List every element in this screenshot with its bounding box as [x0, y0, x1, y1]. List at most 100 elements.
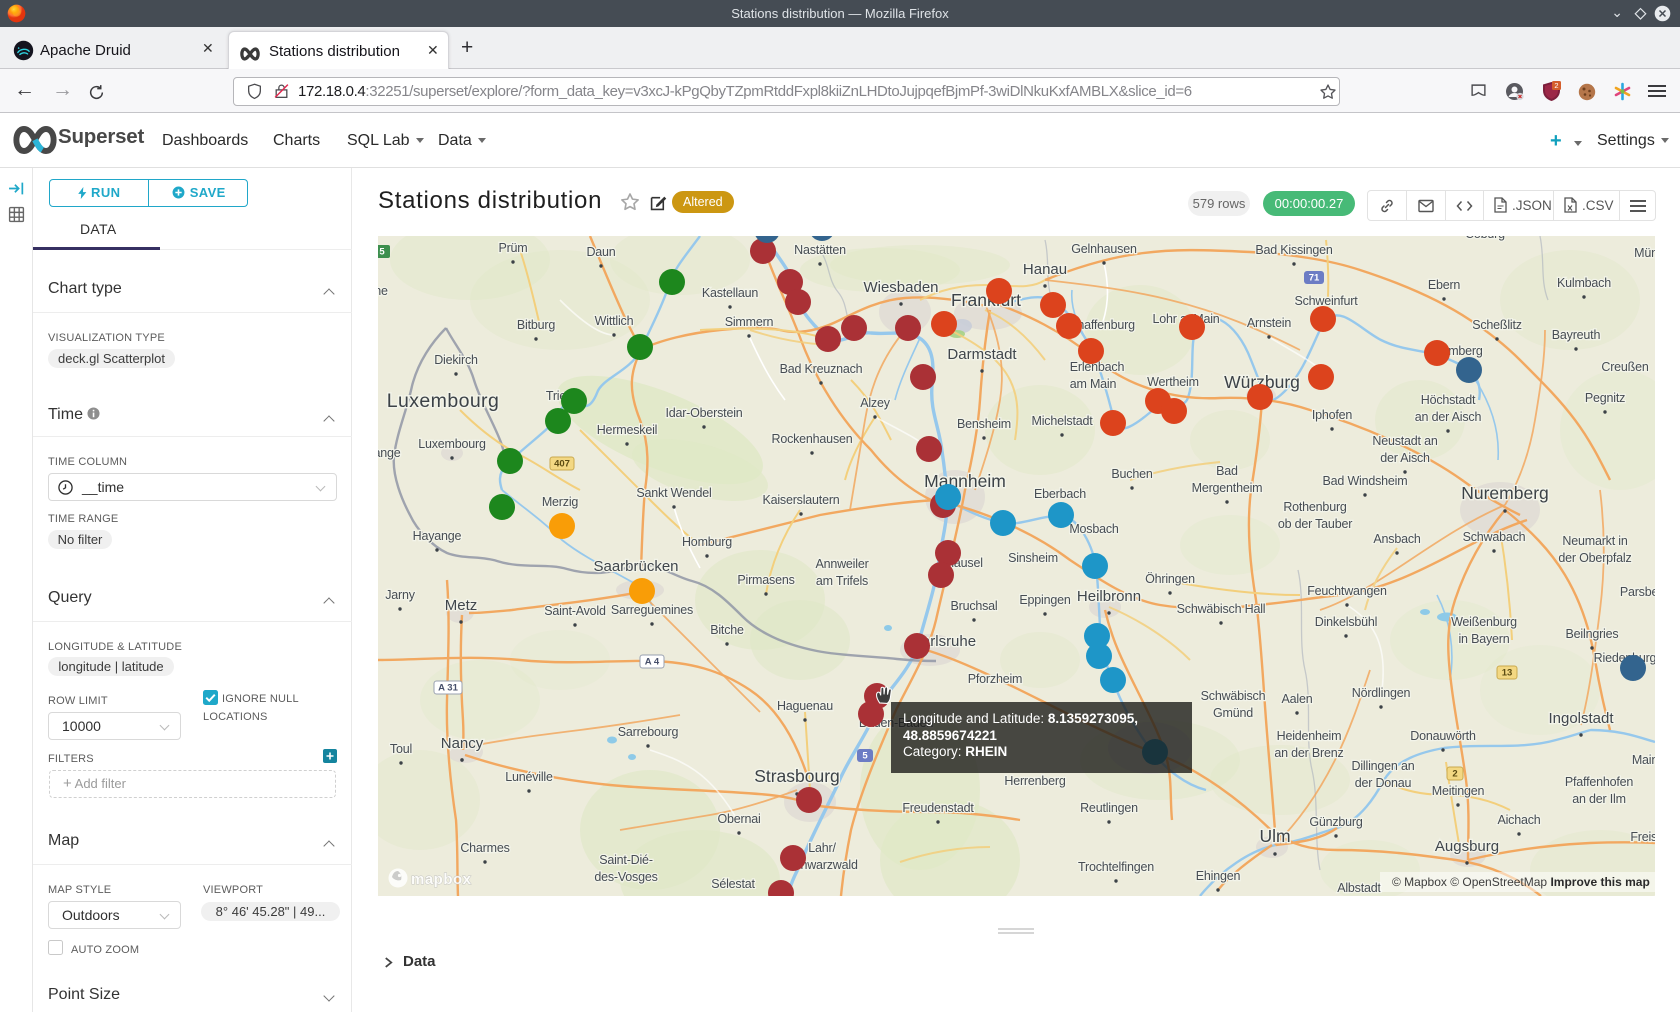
svg-text:Trochtelfingen: Trochtelfingen [1078, 860, 1154, 874]
svg-text:an der Brenz: an der Brenz [1274, 746, 1343, 760]
svg-text:Buchen: Buchen [1111, 467, 1152, 481]
svg-text:Schwäbisch: Schwäbisch [1201, 689, 1266, 703]
svg-text:Freudenstadt: Freudenstadt [902, 801, 974, 815]
svg-text:© Mapbox © OpenStreetMap Impro: © Mapbox © OpenStreetMap Improve this ma… [1392, 875, 1650, 889]
svg-text:Saint-Avold: Saint-Avold [544, 604, 606, 618]
svg-text:Schwabach: Schwabach [1463, 530, 1526, 544]
svg-text:Sélestat: Sélestat [711, 877, 755, 891]
svg-text:Schwäbisch Hall: Schwäbisch Hall [1177, 602, 1266, 616]
svg-text:Herrenberg: Herrenberg [1004, 774, 1065, 788]
svg-text:Sinsheim: Sinsheim [1008, 551, 1058, 565]
svg-text:Bitburg: Bitburg [517, 318, 555, 332]
svg-text:Ehingen: Ehingen [1196, 869, 1241, 883]
svg-text:ob der Tauber: ob der Tauber [1278, 517, 1352, 531]
svg-text:Augsburg: Augsburg [1435, 838, 1499, 855]
svg-text:Saint-Dié-: Saint-Dié- [599, 853, 653, 867]
svg-text:Freisi: Freisi [1630, 830, 1655, 844]
svg-text:Bad Windsheim: Bad Windsheim [1323, 474, 1408, 488]
svg-text:Strasbourg: Strasbourg [754, 766, 840, 786]
svg-text:am Trifels: am Trifels [816, 574, 868, 588]
svg-text:Homburg: Homburg [682, 535, 732, 549]
svg-text:Bruchsal: Bruchsal [950, 599, 997, 613]
svg-text:Ansbach: Ansbach [1373, 532, 1420, 546]
svg-text:Nastätten: Nastätten [794, 243, 846, 257]
svg-text:Kaiserslautern: Kaiserslautern [762, 493, 839, 507]
svg-text:Hayange: Hayange [413, 529, 462, 543]
svg-text:Main: Main [1632, 753, 1655, 767]
svg-text:Prüm: Prüm [498, 241, 527, 255]
svg-text:an der Aisch: an der Aisch [1415, 410, 1482, 424]
svg-text:Öhringen: Öhringen [1145, 572, 1195, 586]
svg-text:Reutlingen: Reutlingen [1080, 801, 1138, 815]
svg-text:Hanau: Hanau [1023, 261, 1067, 278]
svg-text:in Bayern: in Bayern [1458, 632, 1509, 646]
svg-text:Wiesbaden: Wiesbaden [863, 279, 938, 296]
svg-text:Coburg: Coburg [1465, 236, 1505, 241]
svg-text:Aichach: Aichach [1497, 813, 1540, 827]
svg-text:Diekirch: Diekirch [434, 353, 478, 367]
svg-text:Gmünd: Gmünd [1213, 706, 1253, 720]
svg-text:5: 5 [379, 247, 385, 258]
svg-text:Sarrebourg: Sarrebourg [618, 725, 679, 739]
svg-text:Bad Kreuznach: Bad Kreuznach [780, 362, 863, 376]
svg-text:Eberbach: Eberbach [1034, 487, 1086, 501]
svg-text:Hermeskeil: Hermeskeil [597, 423, 658, 437]
svg-text:Luxembourg: Luxembourg [387, 390, 499, 412]
svg-text:5: 5 [862, 751, 868, 762]
svg-text:Aalen: Aalen [1282, 692, 1313, 706]
svg-text:Eppingen: Eppingen [1019, 593, 1070, 607]
svg-text:an der Ilm: an der Ilm [1572, 792, 1626, 806]
svg-text:Gelnhausen: Gelnhausen [1071, 242, 1137, 256]
svg-text:Merzig: Merzig [542, 495, 579, 509]
svg-text:Kastellaun: Kastellaun [702, 286, 759, 300]
svg-text:am Main: am Main [1070, 377, 1117, 391]
svg-text:Saarbrücken: Saarbrücken [593, 558, 678, 575]
svg-text:Alzey: Alzey [860, 396, 891, 410]
svg-text:Rockenhausen: Rockenhausen [772, 432, 853, 446]
svg-text:Bad Kissingen: Bad Kissingen [1255, 243, 1333, 257]
svg-text:A 31: A 31 [438, 683, 458, 694]
svg-text:Mosbach: Mosbach [1069, 522, 1119, 536]
svg-text:Pfaffenhofen: Pfaffenhofen [1565, 775, 1634, 789]
svg-text:Nancy: Nancy [441, 735, 484, 752]
svg-text:Mergentheim: Mergentheim [1192, 481, 1263, 495]
svg-text:71: 71 [1309, 273, 1320, 284]
svg-text:Wertheim: Wertheim [1147, 375, 1199, 389]
svg-text:2: 2 [1452, 769, 1457, 780]
svg-text:Nördlingen: Nördlingen [1352, 686, 1411, 700]
svg-text:Darmstadt: Darmstadt [947, 346, 1017, 363]
svg-text:Daun: Daun [586, 245, 615, 259]
svg-text:Schweinfurt: Schweinfurt [1294, 294, 1358, 308]
svg-text:Münc: Münc [1634, 246, 1655, 260]
svg-text:ange: ange [378, 446, 401, 460]
svg-text:13: 13 [1502, 668, 1513, 679]
svg-text:Metz: Metz [445, 597, 478, 614]
svg-text:Höchstadt: Höchstadt [1421, 393, 1476, 407]
svg-text:Beilngries: Beilngries [1566, 627, 1619, 641]
svg-text:Dinkelsbühl: Dinkelsbühl [1315, 615, 1377, 629]
svg-text:Kulmbach: Kulmbach [1557, 276, 1611, 290]
svg-text:Iphofen: Iphofen [1312, 408, 1353, 422]
svg-text:Bad: Bad [1216, 464, 1238, 478]
svg-text:Heidenheim: Heidenheim [1277, 729, 1342, 743]
svg-text:407: 407 [554, 459, 570, 470]
svg-text:Scheßlitz: Scheßlitz [1472, 318, 1522, 332]
svg-text:der Aisch: der Aisch [1380, 451, 1430, 465]
svg-text:Lahr/: Lahr/ [808, 841, 836, 855]
svg-text:des-Vosges: des-Vosges [594, 870, 657, 884]
svg-text:A 4: A 4 [645, 657, 660, 668]
svg-text:Haguenau: Haguenau [777, 699, 833, 713]
svg-text:Parsber: Parsber [1620, 585, 1655, 599]
svg-text:Annweiler: Annweiler [815, 557, 868, 571]
svg-text:Pforzheim: Pforzheim [968, 672, 1022, 686]
svg-text:Neustadt an: Neustadt an [1372, 434, 1437, 448]
svg-text:Mannheim: Mannheim [924, 471, 1006, 491]
svg-text:Weißenburg: Weißenburg [1451, 615, 1517, 629]
svg-text:Idar-Oberstein: Idar-Oberstein [665, 406, 742, 420]
svg-text:der Donau: der Donau [1355, 776, 1412, 790]
svg-text:Sankt Wendel: Sankt Wendel [636, 486, 711, 500]
svg-text:der Oberpfalz: der Oberpfalz [1558, 551, 1631, 565]
svg-text:Sarreguemines: Sarreguemines [611, 603, 693, 617]
svg-text:Meitingen: Meitingen [1432, 784, 1485, 798]
svg-text:Ingolstadt: Ingolstadt [1548, 710, 1614, 727]
